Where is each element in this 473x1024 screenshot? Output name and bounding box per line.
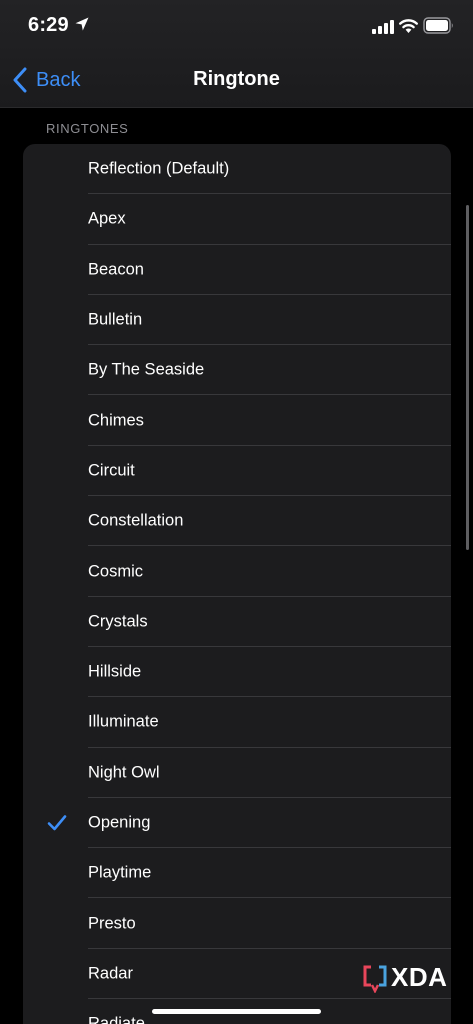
ringtone-item[interactable]: Presto [23,898,451,949]
section-header: RINGTONES [46,121,129,136]
page-title: Ringtone [193,68,280,90]
checkmark-icon [47,815,67,831]
scrollbar[interactable] [466,205,469,550]
ringtone-label: Radar [88,964,133,983]
xda-logo-icon [363,965,387,993]
status-time: 6:29 [28,14,69,36]
ringtone-label: By The Seaside [88,360,205,379]
ringtone-item[interactable]: Apex [23,194,451,245]
ringtone-item[interactable]: Night Owl [23,748,451,798]
ringtone-screen: 6:29 Back Ringtone RINGTONES Reflection … [0,0,473,1024]
top-bar: 6:29 Back Ringtone [0,0,473,108]
ringtone-item[interactable]: Beacon [23,245,451,295]
cellular-signal-icon [372,20,394,34]
ringtone-item[interactable]: Cosmic [23,546,451,597]
watermark-text: XDA [391,962,448,992]
ringtone-label: Cosmic [88,562,144,581]
ringtone-label: Radiate [88,1014,145,1024]
ringtone-label: Hillside [88,662,142,681]
ringtone-label: Constellation [88,511,184,530]
ringtone-item[interactable]: Illuminate [23,697,451,748]
xda-watermark: XDA [362,962,447,993]
ringtone-label: Playtime [88,863,152,882]
ringtone-label: Circuit [88,461,135,480]
ringtone-label: Chimes [88,411,144,430]
ringtone-item[interactable]: Hillside [23,647,451,698]
ringtone-label: Crystals [88,612,148,631]
ringtone-item[interactable]: Opening [23,798,451,849]
ringtone-item[interactable]: Bulletin [23,295,451,346]
ringtone-item[interactable]: By The Seaside [23,345,451,396]
ringtone-label: Night Owl [88,763,160,782]
ringtone-label: Reflection (Default) [88,159,230,178]
ringtone-label: Apex [88,209,126,228]
ringtone-label: Presto [88,914,136,933]
ringtone-list: Reflection (Default) Apex Beacon Bulletin By… [23,144,451,1024]
ringtone-item[interactable]: Circuit [23,446,451,497]
ringtone-label: Illuminate [88,712,159,731]
ringtone-label: Bulletin [88,310,143,329]
home-indicator[interactable] [152,1009,321,1014]
wifi-icon [399,19,418,33]
location-arrow-icon [75,17,89,31]
ringtone-label: Opening [88,813,151,832]
ringtone-item[interactable]: Crystals [23,597,451,647]
ringtone-item[interactable]: Reflection (Default) [23,144,451,195]
ringtone-label: Beacon [88,260,144,279]
battery-icon [423,17,453,34]
ringtone-item[interactable]: Playtime [23,848,451,899]
ringtone-item[interactable]: Chimes [23,395,451,446]
ringtone-item[interactable]: Constellation [23,496,451,547]
